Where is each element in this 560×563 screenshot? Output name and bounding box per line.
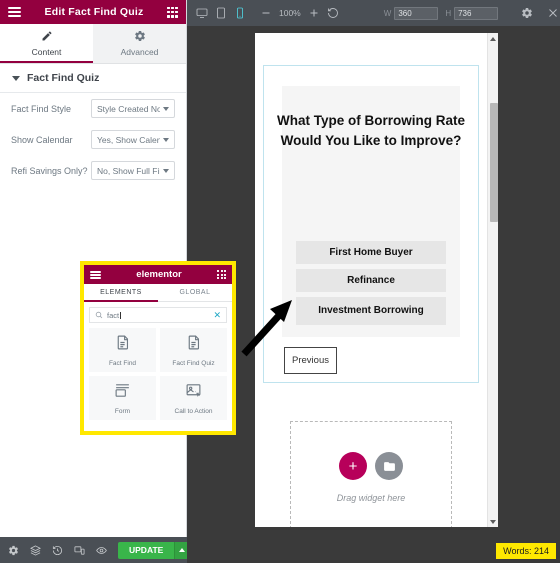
- select-value: Yes, Show Calenda: [97, 134, 160, 145]
- section-title: Fact Find Quiz: [27, 72, 100, 84]
- search-input-value: fact: [107, 311, 209, 320]
- panel-footer-bar: UPDATE: [0, 537, 190, 563]
- grid-apps-icon[interactable]: [217, 270, 226, 279]
- widget-tile-fact-find[interactable]: Fact Find: [89, 328, 156, 372]
- control-refi-savings-only: Refi Savings Only? No, Show Full Find: [0, 155, 186, 186]
- height-control: H: [445, 6, 499, 20]
- plus-icon[interactable]: [308, 7, 320, 19]
- mobile-view-icon[interactable]: [234, 7, 246, 19]
- select-value: Style Created Nove: [97, 103, 160, 114]
- canvas-scrollbar[interactable]: [487, 33, 498, 527]
- height-input[interactable]: [454, 6, 499, 20]
- widget-search-field[interactable]: fact ✕: [89, 307, 227, 323]
- close-x-icon[interactable]: ✕: [213, 310, 221, 320]
- control-fact-find-style: Fact Find Style Style Created Nove: [0, 93, 186, 124]
- height-key: H: [445, 8, 452, 18]
- widget-tile-label: Form: [114, 407, 131, 415]
- preview-eye-icon[interactable]: [96, 545, 107, 556]
- navigator-layers-icon[interactable]: [30, 544, 41, 556]
- hamburger-icon[interactable]: [90, 270, 101, 279]
- width-key: W: [383, 8, 392, 18]
- widget-dropzone[interactable]: + Drag widget here: [290, 421, 452, 527]
- show-calendar-select[interactable]: Yes, Show Calenda: [91, 130, 175, 149]
- control-show-calendar: Show Calendar Yes, Show Calenda: [0, 124, 186, 155]
- close-x-icon[interactable]: [547, 7, 559, 19]
- tab-content-label: Content: [31, 47, 62, 57]
- hamburger-icon[interactable]: [8, 7, 21, 17]
- quiz-answer-button[interactable]: Refinance: [296, 269, 446, 292]
- controls-list: Fact Find Style Style Created Nove Show …: [0, 93, 186, 186]
- panel-tabs: Content Advanced: [0, 24, 186, 64]
- chevron-down-icon: [163, 168, 169, 173]
- quiz-section[interactable]: What Type of Borrowing Rate Would You Li…: [263, 65, 479, 383]
- words-count-badge: Words: 214: [496, 543, 556, 559]
- panel-header: Edit Fact Find Quiz: [0, 0, 186, 24]
- panel-title: Edit Fact Find Quiz: [44, 6, 144, 18]
- widget-tile-call-to-action[interactable]: Call to Action: [160, 376, 227, 420]
- widget-tile-label: Fact Find Quiz: [172, 359, 215, 367]
- grid-apps-icon[interactable]: [167, 6, 178, 18]
- control-label: Show Calendar: [11, 134, 73, 145]
- select-value: No, Show Full Find: [97, 165, 160, 176]
- minus-icon[interactable]: [260, 7, 272, 19]
- refi-savings-only-select[interactable]: No, Show Full Find: [91, 161, 175, 180]
- cta-widget-icon: [185, 382, 202, 404]
- dropzone-hint-text: Drag widget here: [336, 493, 406, 503]
- desktop-view-icon[interactable]: [196, 7, 208, 19]
- folder-template-icon[interactable]: [375, 452, 403, 480]
- pencil-icon: [41, 30, 53, 44]
- width-input[interactable]: [394, 6, 439, 20]
- zoom-level-value: 100%: [279, 8, 301, 18]
- elementor-editor-window: Edit Fact Find Quiz Content Advanced Fac: [0, 0, 560, 563]
- history-clock-icon[interactable]: [52, 545, 63, 556]
- reset-rotate-icon[interactable]: [327, 7, 339, 19]
- popup-tabs: ELEMENTS GLOBAL: [84, 284, 232, 302]
- document-widget-icon: [185, 334, 202, 356]
- tablet-view-icon[interactable]: [215, 7, 227, 19]
- popup-title: elementor: [136, 269, 182, 280]
- quiz-answer-button[interactable]: Investment Borrowing: [296, 297, 446, 325]
- tab-global[interactable]: GLOBAL: [158, 284, 232, 301]
- popup-header: elementor: [84, 265, 232, 284]
- tab-content[interactable]: Content: [0, 24, 93, 63]
- widget-grid: Fact Find Fact Find Quiz Form Call to Ac…: [89, 328, 227, 420]
- gear-icon[interactable]: [521, 7, 533, 19]
- canvas-area: What Type of Borrowing Rate Would You Li…: [187, 26, 560, 563]
- tab-elements[interactable]: ELEMENTS: [84, 284, 158, 302]
- plus-circle-icon[interactable]: +: [339, 452, 367, 480]
- search-icon: [95, 311, 103, 319]
- mobile-preview-frame: What Type of Borrowing Rate Would You Li…: [255, 33, 487, 527]
- scrollbar-thumb[interactable]: [489, 103, 498, 222]
- document-widget-icon: [114, 334, 131, 356]
- responsive-mode-icon[interactable]: [74, 545, 85, 556]
- control-label: Fact Find Style: [11, 103, 72, 114]
- form-widget-icon: [114, 382, 131, 404]
- section-header-fact-find-quiz[interactable]: Fact Find Quiz: [0, 64, 186, 93]
- elementor-widgets-popup: elementor ELEMENTS GLOBAL fact ✕ Fact Fi…: [80, 261, 236, 435]
- quiz-answer-button[interactable]: First Home Buyer: [296, 241, 446, 264]
- chevron-down-icon: [163, 137, 169, 142]
- settings-gear-icon[interactable]: [8, 545, 19, 556]
- widget-tile-label: Fact Find: [108, 359, 137, 367]
- dropzone-buttons: +: [291, 452, 451, 480]
- tab-advanced-label: Advanced: [120, 47, 159, 57]
- canvas-toolbar: 100% W H: [187, 0, 560, 26]
- caret-down-icon: [12, 75, 20, 81]
- update-button[interactable]: UPDATE: [118, 541, 175, 559]
- previous-button[interactable]: Previous: [284, 347, 337, 374]
- widget-tile-fact-find-quiz[interactable]: Fact Find Quiz: [160, 328, 227, 372]
- widget-tile-form[interactable]: Form: [89, 376, 156, 420]
- fact-find-style-select[interactable]: Style Created Nove: [91, 99, 175, 118]
- widget-tile-label: Call to Action: [174, 407, 213, 415]
- caret-up-icon[interactable]: [488, 33, 498, 44]
- caret-down-icon[interactable]: [488, 516, 498, 527]
- gear-icon: [134, 30, 146, 44]
- width-control: W: [383, 6, 439, 20]
- chevron-down-icon: [163, 106, 169, 111]
- update-button-group: UPDATE: [118, 541, 190, 559]
- control-label: Refi Savings Only?: [11, 165, 88, 176]
- tab-advanced[interactable]: Advanced: [93, 24, 186, 63]
- quiz-question-title: What Type of Borrowing Rate Would You Li…: [277, 113, 465, 148]
